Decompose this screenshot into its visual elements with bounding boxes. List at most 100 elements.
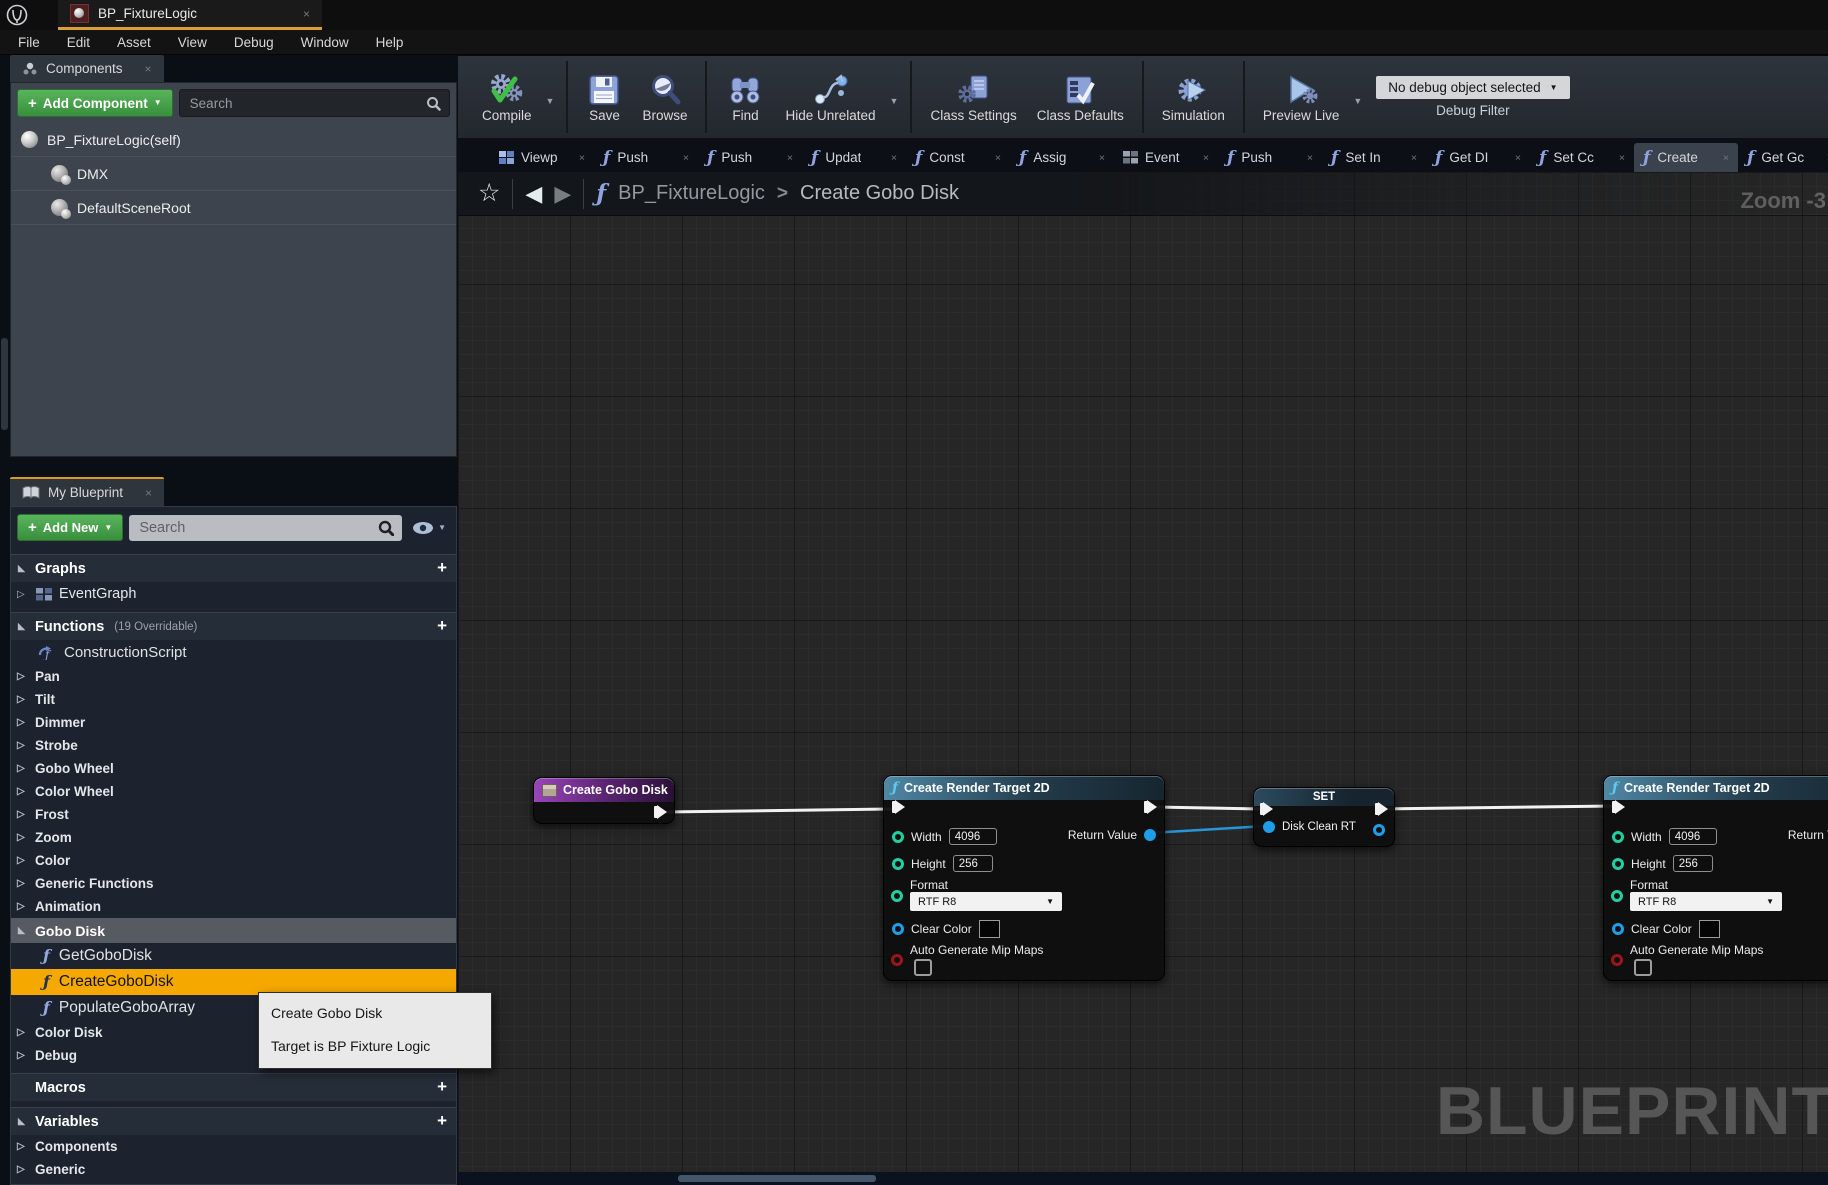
expander-icon[interactable]: ▷: [17, 1164, 29, 1175]
color-swatch[interactable]: [1699, 920, 1720, 938]
add-variable-button[interactable]: +: [437, 1111, 447, 1131]
expander-icon[interactable]: ◣: [18, 1116, 30, 1127]
components-search-input[interactable]: [188, 95, 426, 112]
close-icon[interactable]: ×: [683, 152, 689, 164]
graph-tab-get-di[interactable]: ƒGet DI×: [1426, 143, 1530, 172]
close-icon[interactable]: ×: [145, 62, 152, 76]
class-settings-button[interactable]: Class Settings: [930, 71, 1016, 123]
my-blueprint-search[interactable]: [129, 515, 402, 541]
expander-icon[interactable]: ▷: [17, 740, 29, 751]
expander-icon[interactable]: ▷: [17, 671, 29, 682]
mipmaps-checkbox[interactable]: [914, 959, 932, 976]
graph-tab-event[interactable]: Event×: [1114, 143, 1218, 172]
height-pin-row[interactable]: Height: [892, 855, 993, 872]
menu-view[interactable]: View: [178, 35, 207, 50]
close-icon[interactable]: ×: [1099, 152, 1105, 164]
function-category-gobo-wheel[interactable]: ▷Gobo Wheel: [11, 757, 456, 780]
int-pin-icon[interactable]: [1612, 831, 1624, 843]
graph-tab-viewport[interactable]: Viewp×: [490, 143, 594, 172]
exec-output-pin[interactable]: [1144, 800, 1157, 814]
graph-tab-set-c[interactable]: ƒSet Cc×: [1530, 143, 1634, 172]
expander-icon[interactable]: ▷: [17, 855, 29, 866]
graph-tab-set-in[interactable]: ƒSet In×: [1322, 143, 1426, 172]
clear-color-pin-row[interactable]: Clear Color: [892, 920, 1000, 938]
graph-tab-update[interactable]: ƒUpdat×: [802, 143, 906, 172]
expander-icon[interactable]: ▷: [17, 901, 29, 912]
color-pin-icon[interactable]: [1612, 923, 1624, 935]
hide-unrelated-button[interactable]: Hide Unrelated: [785, 71, 875, 123]
height-value-input[interactable]: [1673, 855, 1713, 872]
enum-pin-icon[interactable]: [1611, 890, 1623, 902]
graph-tab-push-1[interactable]: ƒPush×: [594, 143, 698, 172]
expander-icon[interactable]: ▷: [17, 1027, 29, 1038]
variable-category-components[interactable]: ▷Components: [11, 1135, 456, 1158]
height-pin-row[interactable]: Height: [1612, 855, 1713, 872]
expander-icon[interactable]: ▷: [17, 717, 29, 728]
height-value-input[interactable]: [953, 855, 993, 872]
set-variable-pin-row[interactable]: Disk Clean RT: [1263, 821, 1356, 833]
tab-components[interactable]: Components ×: [10, 55, 164, 82]
function-getgobodisk[interactable]: ƒ GetGoboDisk: [11, 943, 456, 969]
object-pin-icon[interactable]: [1263, 821, 1275, 833]
close-icon[interactable]: ×: [145, 486, 152, 500]
function-category-animation[interactable]: ▷Animation: [11, 895, 456, 918]
node-create-render-target-2d-1[interactable]: ƒ Create Render Target 2D Width Height F…: [883, 775, 1165, 981]
close-icon[interactable]: ×: [891, 152, 897, 164]
width-value-input[interactable]: [949, 828, 997, 845]
expander-icon[interactable]: ▷: [17, 878, 29, 889]
favorite-star-icon[interactable]: ☆: [478, 181, 500, 206]
close-icon[interactable]: ×: [1515, 152, 1521, 164]
add-component-button[interactable]: + Add Component ▼: [17, 89, 173, 117]
menu-asset[interactable]: Asset: [117, 35, 151, 50]
function-category-dimmer[interactable]: ▷Dimmer: [11, 711, 456, 734]
hide-unrelated-options-dropdown[interactable]: ▼: [890, 89, 899, 106]
object-output-pin-icon[interactable]: [1373, 824, 1385, 836]
width-value-input[interactable]: [1669, 828, 1717, 845]
navigate-forward-button[interactable]: ▶: [554, 183, 571, 205]
variable-category-generic[interactable]: ▷Generic: [11, 1158, 456, 1181]
expander-icon[interactable]: ▷: [17, 694, 29, 705]
return-value-pin-row[interactable]: Return Value: [1788, 828, 1828, 842]
browse-button[interactable]: Browse: [642, 71, 687, 123]
exec-input-pin[interactable]: [1260, 802, 1273, 816]
width-pin-row[interactable]: Width: [1612, 828, 1717, 845]
expander-icon[interactable]: ◣: [18, 621, 30, 632]
color-pin-icon[interactable]: [892, 923, 904, 935]
visibility-filter-button[interactable]: ▼: [408, 521, 450, 535]
expander-icon[interactable]: ▷: [17, 786, 29, 797]
add-function-button[interactable]: +: [437, 616, 447, 636]
expander-icon[interactable]: ▷: [17, 1141, 29, 1152]
class-defaults-button[interactable]: Class Defaults: [1037, 71, 1124, 123]
tree-row-dmx[interactable]: DMX: [11, 157, 456, 191]
exec-output-pin[interactable]: [1375, 802, 1388, 816]
menu-file[interactable]: File: [18, 35, 40, 50]
components-search[interactable]: [179, 89, 450, 117]
asset-tab[interactable]: BP_FixtureLogic ×: [58, 0, 322, 30]
compile-options-dropdown[interactable]: ▼: [546, 89, 555, 106]
close-icon[interactable]: ×: [303, 7, 310, 21]
close-icon[interactable]: ×: [1307, 152, 1313, 164]
graph-canvas[interactable]: Create Gobo Disk ƒ Create Render Target …: [458, 172, 1828, 1172]
graphs-section-header[interactable]: ◣ Graphs +: [11, 554, 456, 582]
close-icon[interactable]: ×: [787, 152, 793, 164]
function-category-tilt[interactable]: ▷Tilt: [11, 688, 456, 711]
menu-help[interactable]: Help: [376, 35, 404, 50]
enum-pin-icon[interactable]: [891, 890, 903, 902]
expander-icon[interactable]: ▷: [17, 589, 29, 600]
expander-icon[interactable]: ▷: [17, 809, 29, 820]
format-dropdown[interactable]: RTF R8 ▼: [910, 892, 1062, 911]
construction-script-row[interactable]: ƒ ConstructionScript: [11, 640, 456, 665]
expander-icon[interactable]: ◣: [18, 925, 30, 936]
unreal-logo-icon[interactable]: [6, 3, 28, 30]
int-pin-icon[interactable]: [892, 858, 904, 870]
close-icon[interactable]: ×: [1723, 152, 1729, 164]
navigate-back-button[interactable]: ◀: [525, 183, 542, 205]
debug-object-dropdown[interactable]: No debug object selected ▼: [1376, 76, 1569, 99]
graph-tab-get-g[interactable]: ƒGet Gc×: [1738, 143, 1828, 172]
function-category-strobe[interactable]: ▷Strobe: [11, 734, 456, 757]
bool-pin-icon[interactable]: [1611, 954, 1623, 966]
compile-button[interactable]: Compile: [482, 71, 532, 123]
function-category-color[interactable]: ▷Color: [11, 849, 456, 872]
variable-category-param-data[interactable]: ▷Param Data: [11, 1181, 456, 1185]
graph-tab-push-3[interactable]: ƒPush×: [1218, 143, 1322, 172]
